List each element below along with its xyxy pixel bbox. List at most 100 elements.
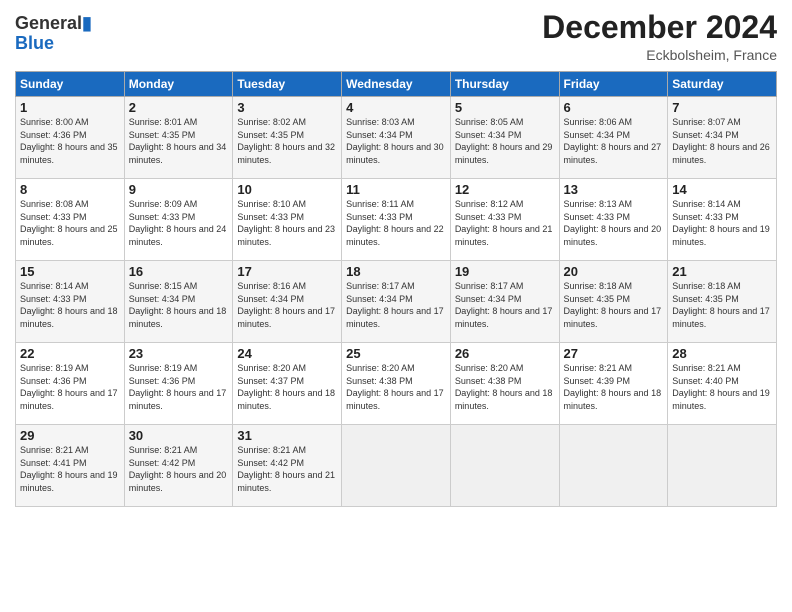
col-saturday: Saturday [668, 72, 777, 97]
day-detail: Sunrise: 8:17 AMSunset: 4:34 PMDaylight:… [346, 281, 444, 329]
day-detail: Sunrise: 8:20 AMSunset: 4:38 PMDaylight:… [455, 363, 553, 411]
day-number: 2 [129, 100, 229, 115]
title-area: December 2024 Eckbolsheim, France [542, 10, 777, 63]
calendar-cell: 23Sunrise: 8:19 AMSunset: 4:36 PMDayligh… [124, 343, 233, 425]
calendar-row: 15 Sunrise: 8:14 AMSunset: 4:33 PMDayligh… [16, 261, 777, 343]
calendar-cell: 26 Sunrise: 8:20 AMSunset: 4:38 PMDayligh… [450, 343, 559, 425]
day-detail: Sunrise: 8:18 AMSunset: 4:35 PMDaylight:… [672, 281, 770, 329]
calendar-cell: 5 Sunrise: 8:05 AMSunset: 4:34 PMDaylight… [450, 97, 559, 179]
day-detail: Sunrise: 8:01 AMSunset: 4:35 PMDaylight:… [129, 117, 227, 165]
calendar-cell: 13 Sunrise: 8:13 AMSunset: 4:33 PMDayligh… [559, 179, 668, 261]
calendar-cell: 18 Sunrise: 8:17 AMSunset: 4:34 PMDayligh… [342, 261, 451, 343]
calendar-row: 8Sunrise: 8:08 AMSunset: 4:33 PMDaylight… [16, 179, 777, 261]
day-detail: Sunrise: 8:08 AMSunset: 4:33 PMDaylight:… [20, 199, 118, 247]
day-detail: Sunrise: 8:21 AMSunset: 4:39 PMDaylight:… [564, 363, 662, 411]
calendar-cell: 10Sunrise: 8:10 AMSunset: 4:33 PMDayligh… [233, 179, 342, 261]
col-friday: Friday [559, 72, 668, 97]
day-detail: Sunrise: 8:14 AMSunset: 4:33 PMDaylight:… [672, 199, 770, 247]
day-detail: Sunrise: 8:00 AMSunset: 4:36 PMDaylight:… [20, 117, 118, 165]
day-number: 18 [346, 264, 446, 279]
day-number: 9 [129, 182, 229, 197]
day-number: 5 [455, 100, 555, 115]
day-detail: Sunrise: 8:20 AMSunset: 4:37 PMDaylight:… [237, 363, 335, 411]
calendar-row: 22Sunrise: 8:19 AMSunset: 4:36 PMDayligh… [16, 343, 777, 425]
calendar-cell: 2 Sunrise: 8:01 AMSunset: 4:35 PMDaylight… [124, 97, 233, 179]
day-detail: Sunrise: 8:21 AMSunset: 4:40 PMDaylight:… [672, 363, 770, 411]
day-number: 15 [20, 264, 120, 279]
day-detail: Sunrise: 8:06 AMSunset: 4:34 PMDaylight:… [564, 117, 662, 165]
day-detail: Sunrise: 8:07 AMSunset: 4:34 PMDaylight:… [672, 117, 770, 165]
day-detail: Sunrise: 8:02 AMSunset: 4:35 PMDaylight:… [237, 117, 335, 165]
calendar-cell: 27 Sunrise: 8:21 AMSunset: 4:39 PMDayligh… [559, 343, 668, 425]
calendar-body: 1 Sunrise: 8:00 AMSunset: 4:36 PMDaylight… [16, 97, 777, 507]
day-number: 6 [564, 100, 664, 115]
calendar-cell: 25 Sunrise: 8:20 AMSunset: 4:38 PMDayligh… [342, 343, 451, 425]
day-detail: Sunrise: 8:10 AMSunset: 4:33 PMDaylight:… [237, 199, 335, 247]
calendar-cell: 3Sunrise: 8:02 AMSunset: 4:35 PMDaylight… [233, 97, 342, 179]
calendar-cell [559, 425, 668, 507]
calendar-cell: 16 Sunrise: 8:15 AMSunset: 4:34 PMDayligh… [124, 261, 233, 343]
main-container: General▮ Blue December 2024 Eckbolsheim,… [0, 0, 792, 517]
day-number: 19 [455, 264, 555, 279]
day-number: 4 [346, 100, 446, 115]
calendar-cell: 30 Sunrise: 8:21 AMSunset: 4:42 PMDayligh… [124, 425, 233, 507]
calendar-cell [450, 425, 559, 507]
day-number: 17 [237, 264, 337, 279]
day-number: 25 [346, 346, 446, 361]
day-number: 27 [564, 346, 664, 361]
day-detail: Sunrise: 8:21 AMSunset: 4:42 PMDaylight:… [237, 445, 335, 493]
day-number: 16 [129, 264, 229, 279]
day-detail: Sunrise: 8:18 AMSunset: 4:35 PMDaylight:… [564, 281, 662, 329]
calendar-cell: 21Sunrise: 8:18 AMSunset: 4:35 PMDayligh… [668, 261, 777, 343]
day-detail: Sunrise: 8:03 AMSunset: 4:34 PMDaylight:… [346, 117, 444, 165]
calendar-table: Sunday Monday Tuesday Wednesday Thursday… [15, 71, 777, 507]
calendar-cell: 9 Sunrise: 8:09 AMSunset: 4:33 PMDaylight… [124, 179, 233, 261]
day-number: 7 [672, 100, 772, 115]
day-number: 11 [346, 182, 446, 197]
calendar-cell: 12 Sunrise: 8:12 AMSunset: 4:33 PMDayligh… [450, 179, 559, 261]
calendar-cell: 4 Sunrise: 8:03 AMSunset: 4:34 PMDaylight… [342, 97, 451, 179]
day-detail: Sunrise: 8:05 AMSunset: 4:34 PMDaylight:… [455, 117, 553, 165]
day-number: 26 [455, 346, 555, 361]
calendar-cell [668, 425, 777, 507]
day-number: 13 [564, 182, 664, 197]
day-number: 20 [564, 264, 664, 279]
calendar-cell: 15 Sunrise: 8:14 AMSunset: 4:33 PMDayligh… [16, 261, 125, 343]
day-number: 29 [20, 428, 120, 443]
day-detail: Sunrise: 8:21 AMSunset: 4:42 PMDaylight:… [129, 445, 227, 493]
day-detail: Sunrise: 8:19 AMSunset: 4:36 PMDaylight:… [20, 363, 118, 411]
calendar-cell: 7 Sunrise: 8:07 AMSunset: 4:34 PMDaylight… [668, 97, 777, 179]
day-detail: Sunrise: 8:21 AMSunset: 4:41 PMDaylight:… [20, 445, 118, 493]
day-number: 30 [129, 428, 229, 443]
calendar-cell: 20 Sunrise: 8:18 AMSunset: 4:35 PMDayligh… [559, 261, 668, 343]
day-detail: Sunrise: 8:15 AMSunset: 4:34 PMDaylight:… [129, 281, 227, 329]
day-detail: Sunrise: 8:19 AMSunset: 4:36 PMDaylight:… [129, 363, 227, 411]
day-detail: Sunrise: 8:17 AMSunset: 4:34 PMDaylight:… [455, 281, 553, 329]
day-detail: Sunrise: 8:16 AMSunset: 4:34 PMDaylight:… [237, 281, 335, 329]
day-number: 1 [20, 100, 120, 115]
calendar-cell: 1 Sunrise: 8:00 AMSunset: 4:36 PMDaylight… [16, 97, 125, 179]
day-detail: Sunrise: 8:13 AMSunset: 4:33 PMDaylight:… [564, 199, 662, 247]
calendar-cell: 6 Sunrise: 8:06 AMSunset: 4:34 PMDaylight… [559, 97, 668, 179]
month-title: December 2024 [542, 10, 777, 45]
col-thursday: Thursday [450, 72, 559, 97]
day-number: 12 [455, 182, 555, 197]
calendar-cell: 22Sunrise: 8:19 AMSunset: 4:36 PMDayligh… [16, 343, 125, 425]
logo-general-text: General [15, 13, 82, 33]
day-detail: Sunrise: 8:11 AMSunset: 4:33 PMDaylight:… [346, 199, 444, 247]
day-detail: Sunrise: 8:14 AMSunset: 4:33 PMDaylight:… [20, 281, 118, 329]
col-monday: Monday [124, 72, 233, 97]
day-number: 24 [237, 346, 337, 361]
calendar-cell: 17 Sunrise: 8:16 AMSunset: 4:34 PMDayligh… [233, 261, 342, 343]
day-detail: Sunrise: 8:12 AMSunset: 4:33 PMDaylight:… [455, 199, 553, 247]
calendar-cell: 28Sunrise: 8:21 AMSunset: 4:40 PMDayligh… [668, 343, 777, 425]
calendar-cell: 19 Sunrise: 8:17 AMSunset: 4:34 PMDayligh… [450, 261, 559, 343]
day-number: 14 [672, 182, 772, 197]
col-wednesday: Wednesday [342, 72, 451, 97]
calendar-row: 29 Sunrise: 8:21 AMSunset: 4:41 PMDayligh… [16, 425, 777, 507]
day-detail: Sunrise: 8:09 AMSunset: 4:33 PMDaylight:… [129, 199, 227, 247]
day-detail: Sunrise: 8:20 AMSunset: 4:38 PMDaylight:… [346, 363, 444, 411]
logo-blue-text: Blue [15, 33, 54, 53]
calendar-cell: 24 Sunrise: 8:20 AMSunset: 4:37 PMDayligh… [233, 343, 342, 425]
logo: General▮ Blue [15, 14, 92, 54]
